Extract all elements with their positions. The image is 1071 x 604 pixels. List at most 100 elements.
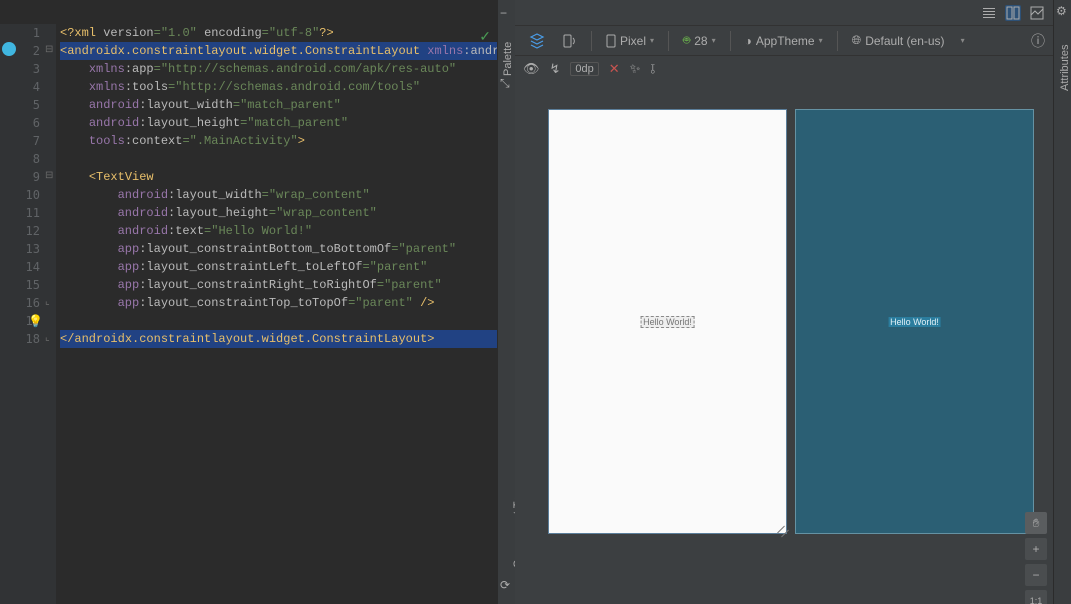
default-margin[interactable]: 0dp bbox=[570, 62, 598, 76]
line-number: 14 bbox=[0, 258, 40, 276]
separator bbox=[837, 31, 838, 51]
design-surface-toggle[interactable] bbox=[523, 31, 551, 51]
code-editor[interactable]: <?xml version="1.0" encoding="utf-8"?><a… bbox=[56, 24, 497, 604]
gutter-icon-class[interactable] bbox=[2, 42, 16, 56]
attributes-sidebar[interactable]: ⚙︎ Attributes bbox=[1053, 0, 1071, 604]
chevron-down-icon: ▾ bbox=[961, 36, 965, 45]
pan-tool-icon[interactable]: ✋︎ bbox=[1025, 512, 1047, 534]
code-line[interactable]: xmlns:tools="http://schemas.android.com/… bbox=[60, 78, 497, 96]
code-line[interactable]: android:layout_width="wrap_content" bbox=[60, 186, 497, 204]
code-editor-pane: ✓ 1 2 3 4 5 6 7 8 9 10 11 12 13 14 15 16… bbox=[0, 0, 497, 604]
line-number: 6 bbox=[0, 114, 40, 132]
line-number: 13 bbox=[0, 240, 40, 258]
chevron-down-icon: ▾ bbox=[712, 36, 716, 45]
zoom-reset[interactable]: 1:1 bbox=[1025, 590, 1047, 604]
code-line[interactable]: app:layout_constraintRight_toRightOf="pa… bbox=[60, 276, 497, 294]
palette-pin-icon[interactable]: ⤡ bbox=[500, 76, 510, 91]
palette-sidebar[interactable]: − Palette ⤡ Component Tree ⟳ bbox=[497, 0, 515, 604]
code-line[interactable] bbox=[60, 150, 497, 168]
view-mode-bar bbox=[515, 0, 1053, 26]
component-tree-sidebar[interactable]: Component Tree ⟳ bbox=[498, 540, 516, 594]
palette-label: Palette bbox=[502, 36, 514, 76]
globe-icon: 🌐︎ bbox=[852, 33, 862, 48]
chevron-down-icon: ▾ bbox=[650, 36, 654, 45]
attributes-toggle-icon[interactable]: ⚙︎ bbox=[1056, 4, 1067, 18]
preview-textview[interactable]: Hello World! bbox=[640, 316, 695, 328]
fold-end-icon[interactable]: ⌞ bbox=[45, 296, 50, 307]
code-view-icon[interactable] bbox=[981, 5, 997, 21]
zoom-controls: ✋︎ + − 1:1 ⛶ bbox=[1025, 512, 1047, 604]
line-number: 12 bbox=[0, 222, 40, 240]
zoom-in-icon[interactable]: + bbox=[1025, 538, 1047, 560]
phone-icon bbox=[606, 34, 616, 48]
theme-label: AppTheme bbox=[756, 34, 815, 48]
design-view-icon[interactable] bbox=[1029, 5, 1045, 21]
code-line[interactable]: android:layout_height="wrap_content" bbox=[60, 204, 497, 222]
bulb-icon[interactable]: 💡 bbox=[28, 312, 43, 330]
api-label: 28 bbox=[694, 34, 707, 48]
attributes-label: Attributes bbox=[1059, 41, 1071, 91]
autoconnect-icon[interactable]: ↯ bbox=[550, 61, 561, 77]
preview-pane: − Palette ⤡ Component Tree ⟳ Pixel ▾ bbox=[497, 0, 1071, 604]
code-line[interactable]: <TextView bbox=[60, 168, 497, 186]
split-view-icon[interactable] bbox=[1005, 5, 1021, 21]
api-selector[interactable]: 🤖︎ 28 ▾ bbox=[677, 30, 722, 51]
design-subtoolbar: 👁︎ ↯ 0dp ✕ ✨︎ ⫱ bbox=[515, 56, 1053, 82]
line-number: 8 bbox=[0, 150, 40, 168]
blueprint-surface[interactable]: Hello World! bbox=[796, 110, 1033, 533]
clear-constraints-icon[interactable]: ✕ bbox=[609, 61, 620, 77]
code-line[interactable]: </androidx.constraintlayout.widget.Const… bbox=[60, 330, 497, 348]
analysis-ok-icon: ✓ bbox=[479, 28, 491, 45]
line-number: 16 bbox=[0, 294, 40, 312]
line-number: 7 bbox=[0, 132, 40, 150]
code-line[interactable]: android:layout_width="match_parent" bbox=[60, 96, 497, 114]
fold-gutter[interactable]: ⊟ ⊟ ⌞ ⌞ bbox=[44, 24, 56, 604]
line-number: 5 bbox=[0, 96, 40, 114]
chevron-down-icon: ▾ bbox=[819, 36, 823, 45]
fold-marker-icon[interactable]: ⊟ bbox=[45, 170, 53, 181]
component-tree-restore-icon[interactable]: ⟳ bbox=[500, 578, 510, 592]
issues-icon[interactable]: ⓘ bbox=[1031, 31, 1045, 51]
android-icon: 🤖︎ bbox=[683, 32, 690, 49]
line-number: 15 bbox=[0, 276, 40, 294]
code-line[interactable]: android:layout_height="match_parent" bbox=[60, 114, 497, 132]
theme-icon: ◑ bbox=[745, 34, 752, 48]
separator bbox=[730, 31, 731, 51]
line-number: 18 bbox=[0, 330, 40, 348]
theme-selector[interactable]: ◑ AppTheme ▾ bbox=[739, 32, 829, 50]
infer-constraints-icon[interactable]: ✨︎ bbox=[630, 61, 641, 77]
code-line[interactable]: xmlns:app="http://schemas.android.com/ap… bbox=[60, 60, 497, 78]
palette-collapse-icon[interactable]: − bbox=[500, 6, 507, 20]
device-label: Pixel bbox=[620, 34, 646, 48]
locale-label: Default (en-us) bbox=[865, 34, 944, 48]
code-line[interactable]: app:layout_constraintBottom_toBottomOf="… bbox=[60, 240, 497, 258]
separator bbox=[591, 31, 592, 51]
code-line[interactable]: app:layout_constraintTop_toTopOf="parent… bbox=[60, 294, 497, 312]
zoom-out-icon[interactable]: − bbox=[1025, 564, 1047, 586]
design-canvas[interactable]: Hello World! Hello World! ✋︎ + − 1:1 ⛶ bbox=[515, 82, 1053, 604]
orientation-toggle[interactable] bbox=[555, 31, 583, 51]
separator bbox=[668, 31, 669, 51]
design-toolbar: Pixel ▾ 🤖︎ 28 ▾ ◑ AppTheme ▾ 🌐︎ Default (en… bbox=[515, 26, 1053, 56]
line-number: 9 bbox=[0, 168, 40, 186]
line-number: 4 bbox=[0, 78, 40, 96]
code-line[interactable]: <androidx.constraintlayout.widget.Constr… bbox=[60, 42, 497, 60]
code-line[interactable] bbox=[60, 312, 497, 330]
line-number: 11 bbox=[0, 204, 40, 222]
fold-end-icon[interactable]: ⌞ bbox=[45, 332, 50, 343]
line-number: 10 bbox=[0, 186, 40, 204]
fold-marker-icon[interactable]: ⊟ bbox=[45, 44, 53, 55]
view-options-icon[interactable]: 👁︎ bbox=[523, 61, 540, 77]
code-line[interactable]: tools:context=".MainActivity"> bbox=[60, 132, 497, 150]
design-surface[interactable]: Hello World! bbox=[549, 110, 786, 533]
code-line[interactable]: <?xml version="1.0" encoding="utf-8"?> bbox=[60, 24, 497, 42]
guidelines-icon[interactable]: ⫱ bbox=[650, 61, 655, 77]
code-line[interactable]: app:layout_constraintLeft_toLeftOf="pare… bbox=[60, 258, 497, 276]
preview-textview[interactable]: Hello World! bbox=[888, 317, 941, 327]
code-line[interactable]: android:text="Hello World!" bbox=[60, 222, 497, 240]
locale-selector[interactable]: 🌐︎ Default (en-us) ▾ bbox=[846, 31, 971, 50]
resize-handle-icon[interactable] bbox=[776, 529, 794, 547]
device-selector[interactable]: Pixel ▾ bbox=[600, 32, 660, 50]
line-number-gutter[interactable]: 1 2 3 4 5 6 7 8 9 10 11 12 13 14 15 16 1… bbox=[0, 24, 44, 604]
line-number: 1 bbox=[0, 24, 40, 42]
